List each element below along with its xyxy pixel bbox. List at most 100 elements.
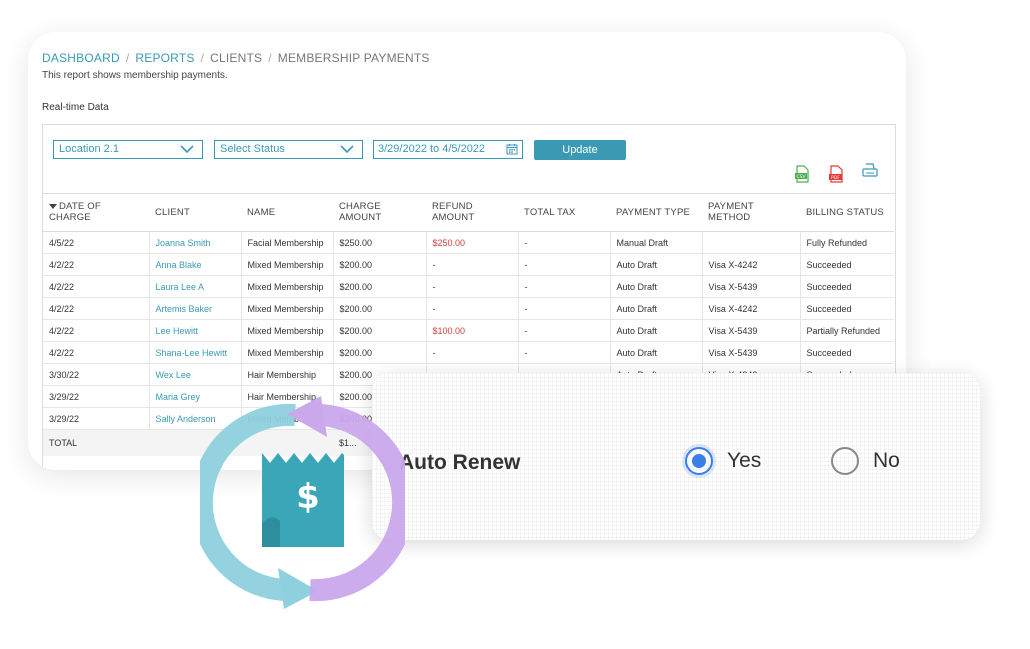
dollar-sign: $ bbox=[296, 477, 320, 517]
auto-renew-no-label: No bbox=[873, 449, 900, 472]
column-header-name[interactable]: NAME bbox=[241, 193, 333, 232]
cell-date: 4/2/22 bbox=[43, 253, 150, 276]
auto-renew-yes-radio[interactable] bbox=[685, 447, 713, 475]
breadcrumb-dashboard[interactable]: DASHBOARD bbox=[42, 51, 120, 65]
cell-date: 3/29/22 bbox=[43, 407, 150, 430]
cell-name: Mixed Membership bbox=[241, 253, 334, 276]
recurring-payment-illustration: $ bbox=[200, 396, 405, 609]
table-row: 4/2/22 Anna Blake Mixed Membership $200.… bbox=[43, 253, 894, 276]
cell-name: Mixed Membership bbox=[241, 341, 334, 364]
cell-charge: $250.00 bbox=[333, 231, 427, 254]
cell-payment-type: Auto Draft bbox=[610, 341, 703, 364]
breadcrumb-reports[interactable]: REPORTS bbox=[135, 51, 194, 65]
table-header-row: DATE OF CHARGE CLIENT NAME CHARGE AMOUNT… bbox=[43, 193, 894, 232]
location-select[interactable]: Location 2.1 bbox=[53, 140, 203, 159]
cell-client-link[interactable]: Lee Hewitt bbox=[149, 319, 242, 342]
table-row: 4/2/22 Shana-Lee Hewitt Mixed Membership… bbox=[43, 341, 894, 364]
column-header-payment-type[interactable]: PAYMENT TYPE bbox=[610, 193, 702, 232]
cell-name: Mixed Membership bbox=[241, 319, 334, 342]
total-label: TOTAL bbox=[43, 429, 149, 456]
cell-name: Mixed Membership bbox=[241, 275, 334, 298]
csv-export-icon[interactable]: CSV bbox=[793, 165, 811, 183]
cell-payment-type: Auto Draft bbox=[610, 297, 703, 320]
cell-name: Mixed Membership bbox=[241, 297, 334, 320]
cell-tax: - bbox=[518, 275, 611, 298]
cell-billing-status: Succeeded bbox=[800, 297, 894, 320]
cell-payment-type: Auto Draft bbox=[610, 253, 703, 276]
cell-payment-method: Visa X-5439 bbox=[702, 341, 801, 364]
auto-renew-yes-option[interactable]: Yes bbox=[685, 447, 761, 475]
breadcrumb: DASHBOARD / REPORTS / CLIENTS / MEMBERSHIP PAY… bbox=[42, 51, 430, 65]
cell-refund: - bbox=[426, 297, 519, 320]
cell-refund: $250.00 bbox=[426, 231, 519, 254]
cell-date: 4/2/22 bbox=[43, 319, 150, 342]
cell-billing-status: Succeeded bbox=[800, 341, 894, 364]
cell-name: Facial Membership bbox=[241, 231, 334, 254]
cell-payment-type: Auto Draft bbox=[610, 275, 703, 298]
cell-payment-method: Visa X-5439 bbox=[702, 319, 801, 342]
print-icon[interactable] bbox=[861, 162, 879, 180]
cell-client-link[interactable]: Wex Lee bbox=[149, 363, 242, 386]
table-row: 4/5/22 Joanna Smith Facial Membership $2… bbox=[43, 231, 894, 254]
auto-renew-no-option[interactable]: No bbox=[831, 447, 900, 475]
receipt-icon: $ bbox=[262, 453, 344, 547]
cell-payment-method: Visa X-4242 bbox=[702, 253, 801, 276]
auto-renew-yes-label: Yes bbox=[727, 449, 762, 472]
cell-charge: $200.00 bbox=[333, 341, 427, 364]
date-range-input[interactable]: 3/29/2022 to 4/5/2022 bbox=[373, 140, 523, 159]
column-header-client[interactable]: CLIENT bbox=[149, 193, 241, 232]
status-select[interactable]: Select Status bbox=[214, 140, 363, 159]
arrow-head bbox=[287, 396, 327, 437]
svg-text:CSV: CSV bbox=[796, 174, 806, 180]
date-range-value: 3/29/2022 to 4/5/2022 bbox=[378, 143, 486, 155]
calendar-icon[interactable] bbox=[506, 143, 518, 155]
cell-billing-status: Succeeded bbox=[800, 275, 894, 298]
cell-billing-status: Fully Refunded bbox=[800, 231, 894, 254]
table-row: 4/2/22 Laura Lee A Mixed Membership $200… bbox=[43, 275, 894, 298]
column-header-refund[interactable]: REFUND AMOUNT bbox=[426, 193, 518, 232]
cell-client-link[interactable]: Artemis Baker bbox=[149, 297, 242, 320]
cell-tax: - bbox=[518, 297, 611, 320]
location-select-value: Location 2.1 bbox=[59, 143, 119, 155]
breadcrumb-clients: CLIENTS bbox=[210, 51, 263, 65]
cell-date: 4/5/22 bbox=[43, 231, 150, 254]
table-row: 4/2/22 Artemis Baker Mixed Membership $2… bbox=[43, 297, 894, 320]
cell-payment-type: Auto Draft bbox=[610, 319, 703, 342]
breadcrumb-current: MEMBERSHIP PAYMENTS bbox=[277, 51, 430, 65]
cell-client-link[interactable]: Shana-Lee Hewitt bbox=[149, 341, 242, 364]
cell-refund: $100.00 bbox=[426, 319, 519, 342]
auto-renew-no-radio[interactable] bbox=[831, 447, 859, 475]
cell-client-link[interactable]: Laura Lee A bbox=[149, 275, 242, 298]
cell-tax: - bbox=[518, 231, 611, 254]
svg-text:PDF: PDF bbox=[831, 175, 840, 181]
auto-renew-label: Auto Renew bbox=[399, 451, 521, 474]
chevron-down-icon bbox=[340, 145, 354, 154]
auto-renew-panel: Auto Renew Yes No bbox=[372, 373, 980, 540]
cell-client-link[interactable]: Joanna Smith bbox=[149, 231, 242, 254]
cell-charge: $200.00 bbox=[333, 297, 427, 320]
column-header-billing-status[interactable]: BILLING STATUS bbox=[800, 193, 894, 232]
table-row: 4/2/22 Lee Hewitt Mixed Membership $200.… bbox=[43, 319, 894, 342]
cell-charge: $200.00 bbox=[333, 275, 427, 298]
cell-client-link[interactable]: Anna Blake bbox=[149, 253, 242, 276]
cell-charge: $200.00 bbox=[333, 253, 427, 276]
cell-payment-method: Visa X-5439 bbox=[702, 275, 801, 298]
column-header-tax[interactable]: TOTAL TAX bbox=[518, 193, 610, 232]
cell-tax: - bbox=[518, 341, 611, 364]
cell-name: Hair Membership bbox=[241, 363, 334, 386]
column-header-payment-method[interactable]: PAYMENT METHOD bbox=[702, 193, 800, 232]
cell-date: 4/2/22 bbox=[43, 341, 150, 364]
update-button[interactable]: Update bbox=[534, 140, 626, 160]
column-header-charge[interactable]: CHARGE AMOUNT bbox=[333, 193, 426, 232]
status-select-value: Select Status bbox=[220, 143, 285, 155]
cell-date: 3/30/22 bbox=[43, 363, 150, 386]
cell-billing-status: Partially Refunded bbox=[800, 319, 894, 342]
page-subtitle: This report shows membership payments. bbox=[42, 70, 228, 81]
cell-date: 4/2/22 bbox=[43, 275, 150, 298]
pdf-export-icon[interactable]: PDF bbox=[827, 165, 845, 183]
sort-desc-icon[interactable] bbox=[49, 203, 57, 209]
cell-charge: $200.00 bbox=[333, 319, 427, 342]
column-header-date[interactable]: DATE OF CHARGE bbox=[43, 193, 149, 232]
cell-billing-status: Succeeded bbox=[800, 253, 894, 276]
cell-refund: - bbox=[426, 341, 519, 364]
